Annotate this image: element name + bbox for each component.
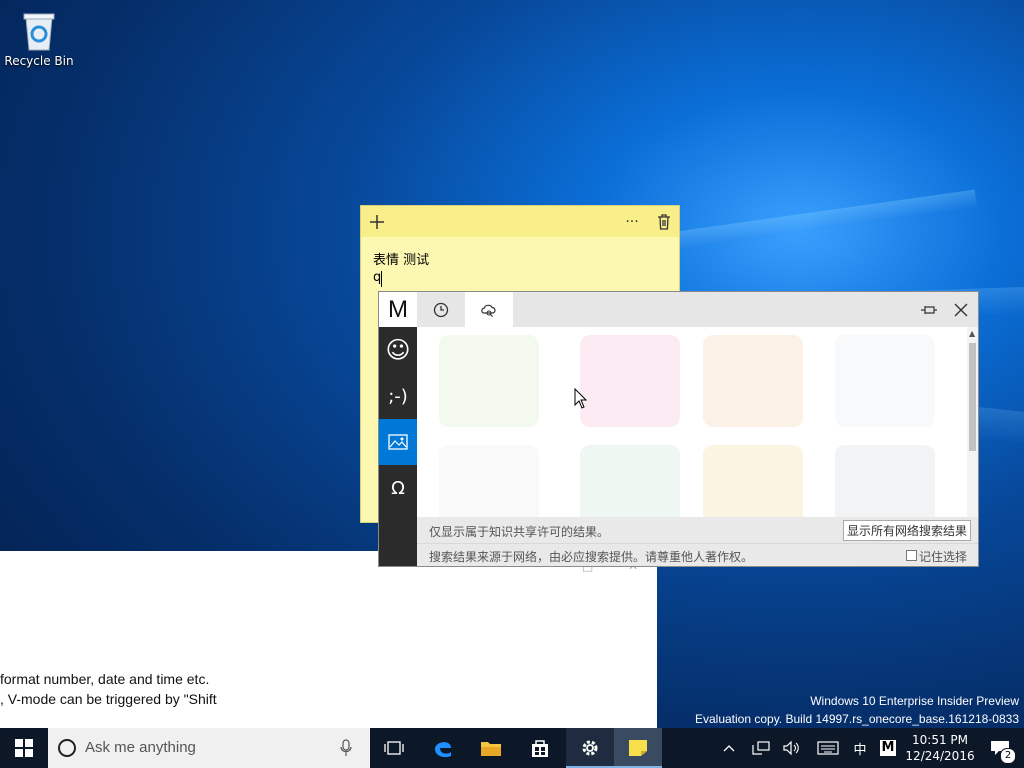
folder-icon	[481, 742, 501, 756]
sticker-result[interactable]	[439, 335, 539, 427]
source-note: 搜索结果来源于网络，由必应搜索提供。请尊重他人著作权。	[429, 550, 754, 564]
store-icon	[532, 740, 548, 757]
license-notice-bar: 仅显示属于知识共享许可的结果。 显示所有网络搜索结果	[417, 517, 978, 543]
add-note-button[interactable]	[362, 206, 392, 237]
edge-icon	[435, 742, 451, 758]
sidebar-emoticon-button[interactable]: ;-)	[379, 373, 417, 419]
file-explorer-button[interactable]	[467, 728, 515, 768]
build-watermark: Windows 10 Enterprise Insider Preview Ev…	[695, 692, 1019, 728]
sidebar-image-button[interactable]	[379, 419, 417, 465]
ime-mode-button[interactable]: M	[878, 728, 898, 768]
store-button[interactable]	[516, 728, 564, 768]
recycle-bin-icon	[21, 10, 57, 52]
task-view-icon	[384, 741, 404, 755]
more-button[interactable]: ···	[617, 206, 647, 237]
ime-mode-label: M	[879, 740, 897, 756]
pin-button[interactable]	[917, 300, 941, 320]
sticker-result[interactable]	[703, 445, 803, 517]
watermark-edition: Windows 10 Enterprise Insider Preview	[810, 694, 1019, 708]
remember-checkbox[interactable]	[906, 550, 917, 561]
search-box[interactable]: Ask me anything	[48, 728, 370, 768]
sticky-notes-button[interactable]	[614, 728, 662, 768]
recycle-bin-label: Recycle Bin	[4, 54, 74, 68]
network-icon	[752, 741, 770, 755]
search-placeholder: Ask me anything	[85, 739, 196, 756]
ime-expression-panel[interactable]: M ☺ ;-) Ω ▲ 仅显示属于知识共享许可的结果。 显示所有网络搜索结果 搜…	[378, 291, 979, 567]
sticker-result[interactable]	[439, 445, 539, 517]
touch-keyboard-button[interactable]	[814, 728, 842, 768]
scrollbar-thumb[interactable]	[969, 343, 976, 451]
tab-online-search[interactable]	[465, 292, 513, 327]
text-caret	[381, 271, 382, 287]
chevron-up-icon	[723, 745, 735, 752]
panel-sidebar: ☺ ;-) Ω	[379, 327, 417, 566]
edge-button[interactable]	[419, 728, 467, 768]
sidebar-symbol-button[interactable]: Ω	[379, 465, 417, 511]
note-text-line: 表情 测试	[373, 253, 430, 268]
ime-logo: M	[379, 292, 417, 327]
show-all-results-button[interactable]: 显示所有网络搜索结果	[843, 520, 972, 541]
mouse-cursor-icon	[574, 388, 588, 409]
close-icon	[954, 303, 968, 317]
sticker-result[interactable]	[703, 335, 803, 427]
keyboard-icon	[817, 741, 839, 755]
results-scrollbar[interactable]: ▲	[967, 327, 978, 517]
clock-button[interactable]: 10:51 PM 12/24/2016	[905, 728, 975, 768]
panel-top-bar: M	[379, 292, 978, 327]
background-window[interactable]: – □ ✕ format number, date and time etc. …	[0, 551, 657, 728]
trash-icon	[658, 213, 670, 230]
sticker-result[interactable]	[580, 335, 680, 427]
delete-note-button[interactable]	[649, 206, 679, 237]
microphone-icon[interactable]	[340, 739, 352, 757]
window-text-line: format number, date and time etc.	[0, 671, 210, 687]
speaker-icon	[783, 741, 799, 755]
notification-count-badge: 2	[1000, 748, 1016, 764]
plus-icon	[370, 214, 384, 229]
pin-icon	[921, 306, 937, 314]
cloud-search-icon	[481, 304, 496, 317]
clock-date: 12/24/2016	[905, 749, 975, 763]
settings-button[interactable]	[566, 728, 614, 768]
task-view-button[interactable]	[370, 728, 418, 768]
close-panel-button[interactable]	[949, 300, 973, 320]
ime-language-button[interactable]: 中	[850, 728, 870, 768]
watermark-build: Evaluation copy. Build 14997.rs_onecore_…	[694, 712, 1019, 726]
license-notice: 仅显示属于知识共享许可的结果。	[429, 525, 610, 539]
tab-recent[interactable]	[417, 292, 465, 327]
emoticon-icon: ;-)	[388, 385, 408, 407]
window-text-line: , V-mode can be triggered by "Shift	[0, 691, 217, 707]
cortana-icon	[58, 739, 76, 757]
network-button[interactable]	[750, 728, 772, 768]
clock-time: 10:51 PM	[912, 733, 968, 747]
image-icon	[388, 434, 408, 450]
recycle-bin-desktop-icon[interactable]: Recycle Bin	[4, 6, 74, 68]
action-center-button[interactable]: 2	[980, 728, 1020, 768]
sticker-result[interactable]	[835, 445, 935, 517]
sticky-toolbar: ···	[361, 206, 679, 237]
source-note-bar: 搜索结果来源于网络，由必应搜索提供。请尊重他人著作权。 记住选择	[417, 543, 978, 566]
remember-label: 记住选择	[919, 550, 968, 564]
sticker-result[interactable]	[835, 335, 935, 427]
sticker-results-grid	[417, 327, 967, 517]
clock-icon	[433, 302, 449, 317]
sticky-notes-icon	[629, 740, 647, 756]
smiley-icon: ☺	[385, 336, 411, 364]
volume-button[interactable]	[781, 728, 803, 768]
sidebar-smiley-button[interactable]: ☺	[379, 327, 417, 373]
scroll-up-icon[interactable]: ▲	[969, 329, 975, 338]
taskbar: Ask me anything 中 M 10:51 PM 12/24/2016	[0, 728, 1024, 768]
start-button[interactable]	[0, 728, 48, 768]
omega-icon: Ω	[391, 477, 405, 499]
gear-icon	[582, 740, 598, 756]
sticker-result[interactable]	[580, 445, 680, 517]
windows-logo-icon	[15, 739, 33, 757]
show-hidden-icons-button[interactable]	[718, 728, 740, 768]
